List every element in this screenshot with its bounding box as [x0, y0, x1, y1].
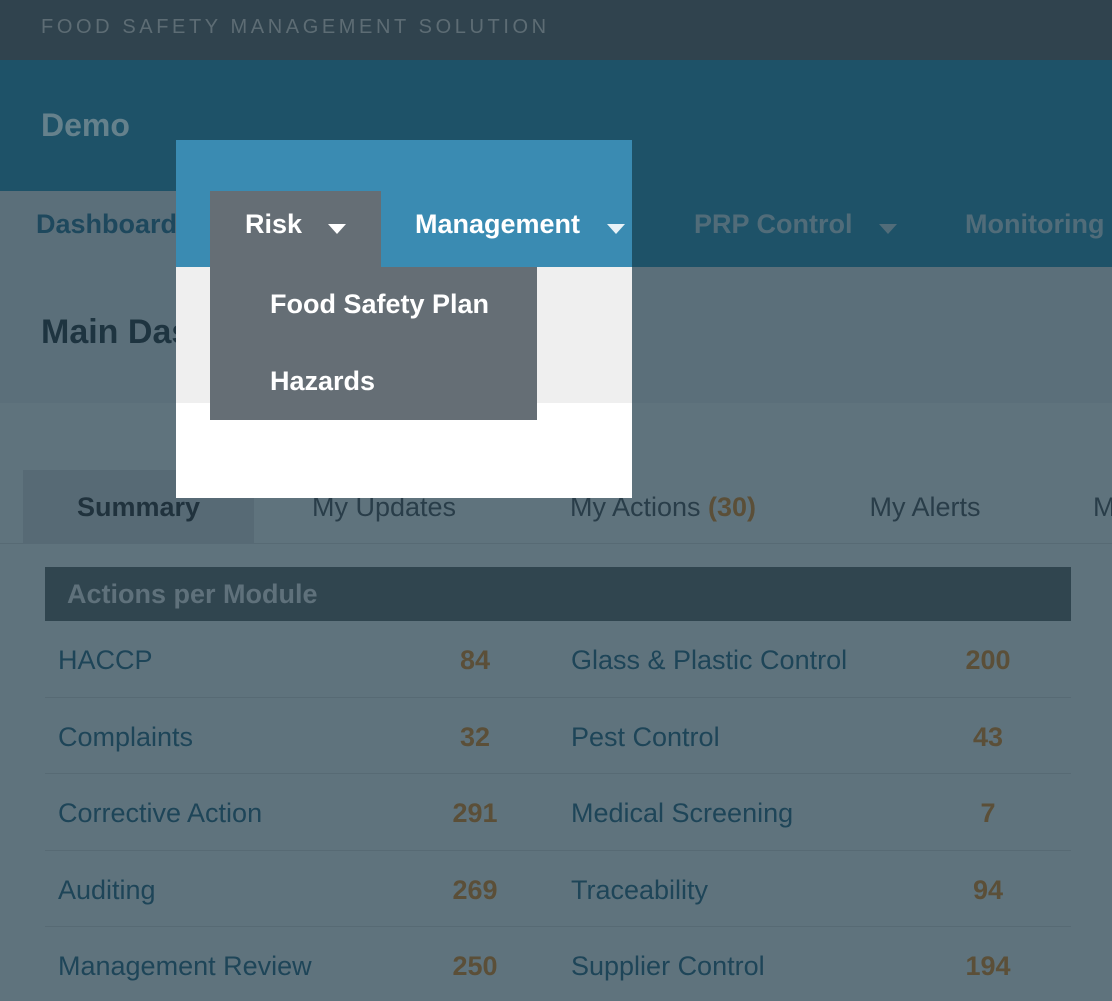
nav-item-risk-label: Risk — [245, 209, 303, 239]
chevron-down-icon — [328, 224, 346, 234]
risk-dropdown-menu: Food Safety Plan Hazards — [210, 267, 537, 420]
menu-item-food-safety-plan[interactable]: Food Safety Plan — [270, 289, 489, 320]
menu-item-hazards[interactable]: Hazards — [270, 366, 375, 397]
highlight-spotlight: Risk Management Food Safety Plan Hazards — [176, 140, 632, 498]
nav-item-management[interactable]: Management — [415, 209, 580, 240]
nav-item-risk[interactable]: Risk — [210, 191, 381, 267]
chevron-down-icon[interactable] — [607, 224, 625, 234]
